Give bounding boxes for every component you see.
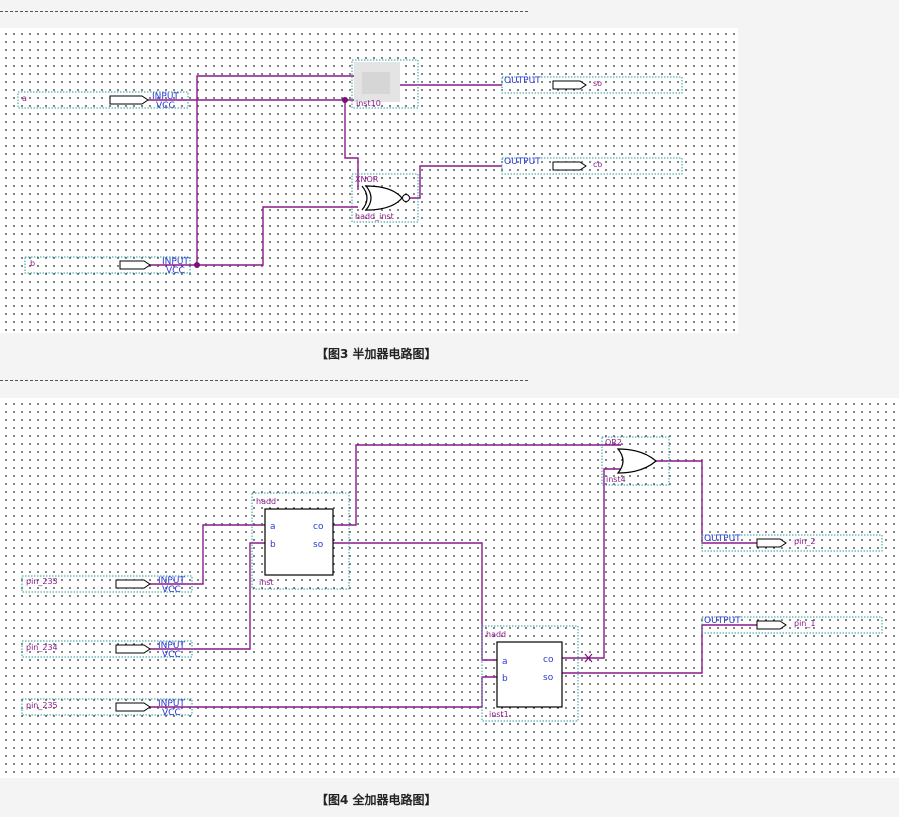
hadd-inst-title: hadd <box>256 497 276 506</box>
output-pin-2-label: OUTPUT <box>704 534 741 544</box>
input-pin-235-vcc: VCC <box>162 708 181 718</box>
hadd-inst-port-co: co <box>313 522 324 532</box>
hadd-inst1-port-co: co <box>543 655 554 665</box>
full-adder-schematic: pin_233 INPUT VCC pin_234 INPUT VCC pin_… <box>21 436 883 722</box>
hadd-inst1-port-a: a <box>502 657 508 667</box>
figure4-caption: 【图4 全加器电路图】 <box>316 793 437 807</box>
hadd-inst1-port-b: b <box>502 674 508 684</box>
hadd-inst1-port-so: so <box>543 673 554 683</box>
hadd-inst-port-b: b <box>270 540 276 550</box>
input-pin-235-name: pin_235 <box>26 701 58 710</box>
hadd-inst1-instance: inst1 <box>489 710 509 719</box>
wire-so-to-a1 <box>333 542 497 661</box>
output-pin-1-symbol <box>756 620 787 630</box>
input-pin-233-vcc: VCC <box>162 585 181 595</box>
hadd-inst1-title: hadd <box>486 630 506 639</box>
wire-or-to-pin2 <box>656 460 757 544</box>
or2-instance: inst4 <box>606 475 626 484</box>
output-pin-1-label: OUTPUT <box>704 616 741 626</box>
wire-so1-to-pin1 <box>562 624 757 674</box>
input-pin-234-symbol <box>115 644 151 654</box>
or2-type: OR2 <box>605 438 622 447</box>
input-pin-233-symbol <box>115 579 151 589</box>
wire-pin234-to-b <box>150 542 265 650</box>
input-pin-235-symbol <box>115 702 151 712</box>
wire-co1-to-or <box>562 468 621 659</box>
wire-pin235-to-b1 <box>150 676 497 708</box>
input-pin-233-name: pin_233 <box>26 577 58 586</box>
input-pin-234-vcc: VCC <box>162 650 181 660</box>
or2-gate-symbol <box>616 448 657 474</box>
hadd-inst-port-a: a <box>270 522 276 532</box>
hadd-inst-instance: inst <box>259 578 274 587</box>
input-pin-234-name: pin_234 <box>26 643 58 652</box>
output-pin-2-name: pin_2 <box>794 537 815 546</box>
output-pin-1-name: pin_1 <box>794 619 815 628</box>
output-pin-2-symbol <box>756 538 787 548</box>
wire-co-to-or <box>333 444 621 526</box>
hadd-inst-port-so: so <box>313 540 324 550</box>
